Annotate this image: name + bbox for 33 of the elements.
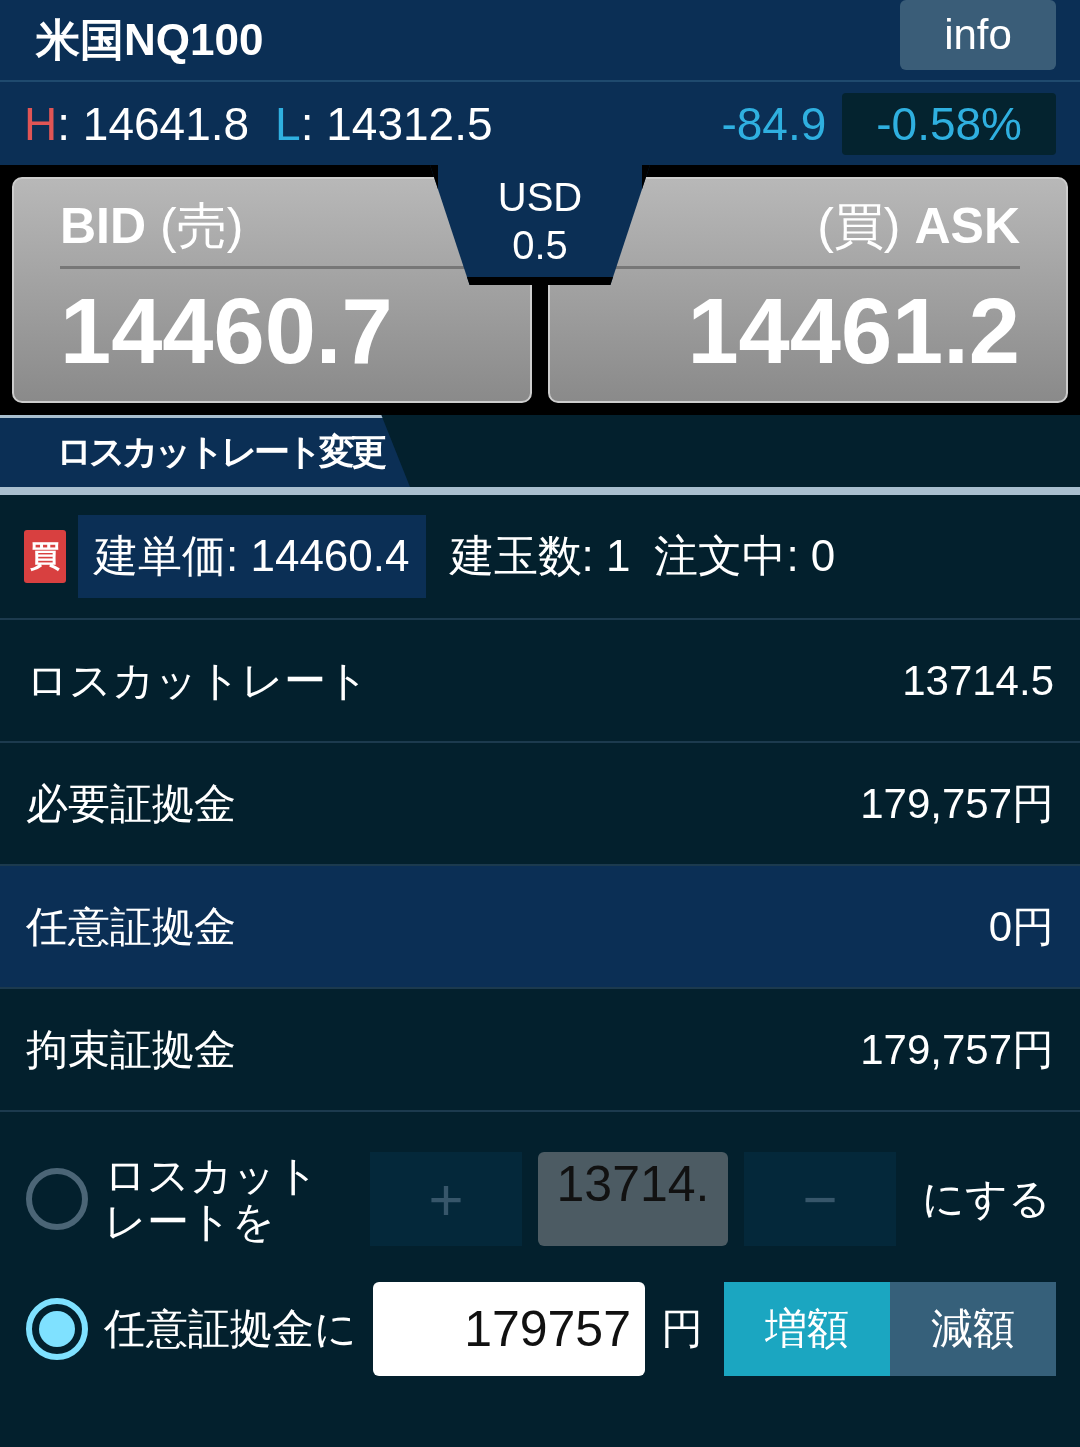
pending-orders: 注文中: 0 xyxy=(654,530,836,582)
row-label: 必要証拠金 xyxy=(26,778,236,829)
row-value: 13714.5 xyxy=(902,656,1054,705)
low-label: L: 14312.5 xyxy=(275,96,493,151)
high-label: H: 14641.8 xyxy=(24,96,250,151)
position-count: 建玉数: 1 xyxy=(449,530,631,582)
buy-badge: 買 xyxy=(24,530,66,583)
option-label: レートを xyxy=(104,1199,275,1246)
row-value: 0円 xyxy=(988,901,1054,952)
row-label: 任意証拠金 xyxy=(26,901,236,952)
bid-price: 14460.7 xyxy=(60,279,394,384)
info-button[interactable]: info xyxy=(900,0,1056,70)
price-change: -84.9 xyxy=(721,96,827,151)
minus-button[interactable]: − xyxy=(744,1152,896,1246)
rate-field[interactable]: 13714. xyxy=(538,1152,728,1246)
entry-price: 建単価: 14460.4 xyxy=(78,515,426,598)
toggle-button[interactable]: 減額 xyxy=(890,1282,1056,1376)
plus-button[interactable]: + xyxy=(370,1152,522,1246)
amount-field[interactable]: 179757 xyxy=(373,1282,645,1376)
row-label: ロスカットレート xyxy=(26,655,369,706)
option-label: ロスカット xyxy=(104,1152,319,1199)
row-label: 拘束証拠金 xyxy=(26,1024,236,1075)
toggle-button[interactable]: 増額 xyxy=(724,1282,890,1376)
option-label: 任意証拠金に xyxy=(104,1305,357,1353)
tab[interactable]: ロスカットレート変更 xyxy=(0,415,410,487)
unit-label: 円 xyxy=(661,1304,703,1354)
suffix-label: にする xyxy=(922,1174,1051,1224)
ask-price: 14461.2 xyxy=(686,279,1020,384)
row-value: 179,757円 xyxy=(860,778,1054,829)
row-value: 179,757円 xyxy=(860,1024,1054,1075)
change-percent: -0.58% xyxy=(842,92,1056,155)
radio-button[interactable] xyxy=(26,1168,88,1230)
instrument-title: 米国NQ100 xyxy=(36,13,264,66)
